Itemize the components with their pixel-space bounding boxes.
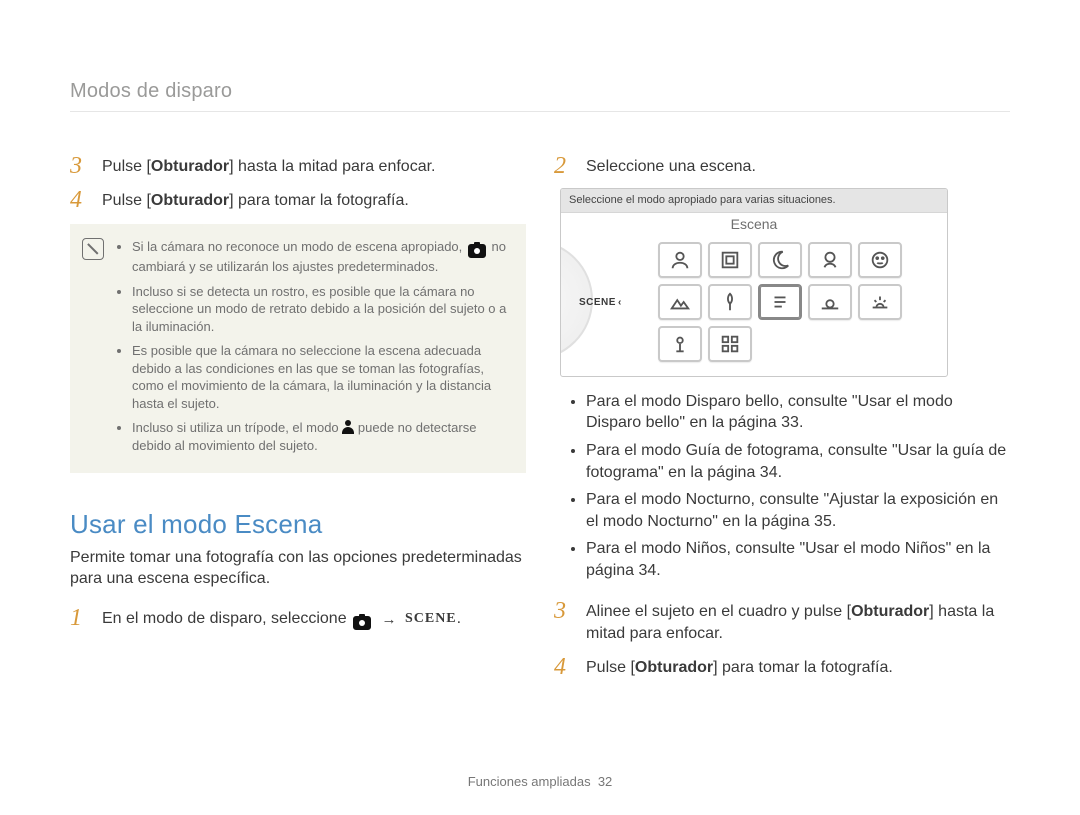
scene-tile-grid[interactable] (708, 326, 752, 362)
step-4-shutter-full: 4 Pulse [Obturador] para tomar la fotogr… (70, 188, 526, 212)
breadcrumb: Modos de disparo (70, 78, 1010, 112)
ref-item: Para el modo Nocturno, consulte "Ajustar… (586, 489, 1010, 532)
step-bold: Obturador (151, 192, 229, 209)
step-text: Pulse [Obturador] para tomar la fotograf… (102, 188, 409, 212)
note-text: Incluso si utiliza un trípode, el modo (132, 420, 342, 435)
note-item: Incluso si utiliza un trípode, el modo p… (132, 419, 510, 454)
step-pre: En el modo de disparo, seleccione (102, 610, 347, 627)
scene-tile-portrait[interactable] (658, 242, 702, 278)
chevron-left-icon (616, 297, 622, 308)
note-item: Incluso si se detecta un rostro, es posi… (132, 283, 510, 336)
scene-tile-landscape[interactable] (658, 284, 702, 320)
step-text: Alinee el sujeto en el cuadro y pulse [O… (586, 599, 1010, 644)
scene-tile-sunset[interactable] (808, 284, 852, 320)
note-text: Si la cámara no reconoce un modo de esce… (132, 239, 466, 254)
step-bold: Obturador (151, 158, 229, 175)
scene-selector-screenshot: Seleccione el modo apropiado para varias… (560, 188, 948, 377)
step-1-select-scene: 1 En el modo de disparo, seleccione → SC… (70, 606, 526, 630)
scene-tile-kids[interactable] (808, 242, 852, 278)
mode-dial-label: SCENE (579, 296, 622, 310)
step-text: Pulse [Obturador] hasta la mitad para en… (102, 154, 435, 178)
step-number: 4 (554, 655, 572, 679)
arrow-icon: → (378, 610, 401, 630)
scene-tile-macro[interactable] (708, 284, 752, 320)
section-subtitle: Permite tomar una fotografía con las opc… (70, 547, 526, 590)
scene-title: Escena (561, 213, 947, 240)
ref-item: Para el modo Niños, consulte "Usar el mo… (586, 538, 1010, 581)
person-icon (342, 420, 354, 434)
note-callout: Si la cámara no reconoce un modo de esce… (70, 224, 526, 473)
step-number: 1 (70, 606, 88, 630)
scene-tile-dawn[interactable] (858, 284, 902, 320)
note-icon (82, 238, 104, 260)
step-text: Pulse [Obturador] para tomar la fotograf… (586, 655, 893, 679)
camera-smart-icon (468, 244, 486, 258)
step-4-take-photo: 4 Pulse [Obturador] para tomar la fotogr… (554, 655, 1010, 679)
step-2-select-scene: 2 Seleccione una escena. (554, 154, 1010, 178)
step-number: 4 (70, 188, 88, 212)
scene-tile-backlight[interactable] (658, 326, 702, 362)
right-column: 2 Seleccione una escena. Seleccione el m… (554, 148, 1010, 689)
ref-item: Para el modo Guía de fotograma, consulte… (586, 440, 1010, 483)
note-item: Si la cámara no reconoce un modo de esce… (132, 238, 510, 276)
step-post: ] hasta la mitad para enfocar. (229, 158, 435, 175)
step-bold: Obturador (851, 603, 929, 620)
scene-tile-text[interactable] (758, 284, 802, 320)
camera-icon (353, 616, 371, 630)
section-heading-scene-mode: Usar el modo Escena (70, 507, 526, 542)
scene-word-icon: SCENE (405, 611, 457, 626)
left-column: 3 Pulse [Obturador] hasta la mitad para … (70, 148, 526, 689)
scene-tile-frame[interactable] (708, 242, 752, 278)
footer-page-number: 32 (598, 774, 612, 789)
note-list: Si la cámara no reconoce un modo de esce… (116, 238, 510, 461)
reference-list: Para el modo Disparo bello, consulte "Us… (554, 391, 1010, 582)
step-number: 3 (70, 154, 88, 178)
step-suffix: . (457, 610, 461, 627)
step-bold: Obturador (635, 659, 713, 676)
step-post: ] para tomar la fotografía. (713, 659, 893, 676)
step-3-align-subject: 3 Alinee el sujeto en el cuadro y pulse … (554, 599, 1010, 644)
step-number: 2 (554, 154, 572, 178)
step-text: Seleccione una escena. (586, 154, 756, 178)
step-post: ] para tomar la fotografía. (229, 192, 409, 209)
ref-item: Para el modo Disparo bello, consulte "Us… (586, 391, 1010, 434)
step-pre: Pulse [ (102, 192, 151, 209)
note-item: Es posible que la cámara no seleccione l… (132, 342, 510, 412)
scene-grid (623, 240, 937, 362)
scene-banner: Seleccione el modo apropiado para varias… (561, 189, 947, 213)
step-text: En el modo de disparo, seleccione → SCEN… (102, 606, 461, 630)
scene-tile-face[interactable] (858, 242, 902, 278)
step-3-shutter-half: 3 Pulse [Obturador] hasta la mitad para … (70, 154, 526, 178)
step-number: 3 (554, 599, 572, 623)
step-pre: Alinee el sujeto en el cuadro y pulse [ (586, 603, 851, 620)
scene-tile-night[interactable] (758, 242, 802, 278)
step-pre: Pulse [ (102, 158, 151, 175)
footer-label: Funciones ampliadas (468, 774, 591, 789)
page-footer: Funciones ampliadas 32 (0, 773, 1080, 791)
step-pre: Pulse [ (586, 659, 635, 676)
